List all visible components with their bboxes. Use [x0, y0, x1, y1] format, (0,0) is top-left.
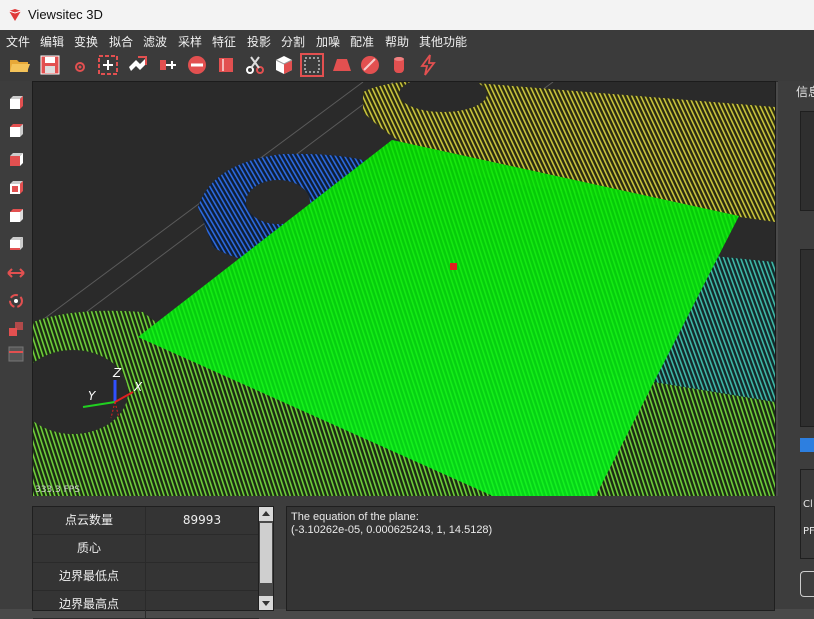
menu-file[interactable]: 文件 — [6, 33, 30, 50]
info-box-middle — [800, 249, 814, 427]
add-frame-icon[interactable] — [96, 53, 120, 77]
scroll-thumb[interactable] — [260, 523, 272, 583]
info-slider[interactable] — [800, 438, 814, 452]
menu-registration[interactable]: 配准 — [350, 33, 374, 50]
view-toolbar — [0, 81, 32, 609]
view-front-icon[interactable] — [6, 93, 26, 113]
info-button[interactable] — [800, 571, 814, 597]
menu-fit[interactable]: 拟合 — [109, 33, 133, 50]
view-left-icon[interactable] — [6, 150, 26, 170]
trapezoid-icon[interactable] — [330, 53, 354, 77]
output-console[interactable]: The equation of the plane: (-3.10262e-05… — [286, 506, 775, 611]
grid-view-icon[interactable] — [6, 344, 26, 364]
minus-circle-icon[interactable] — [185, 53, 209, 77]
console-line: (-3.10262e-05, 0.000625243, 1, 14.5128) — [291, 524, 493, 536]
scroll-up-button[interactable] — [259, 507, 273, 521]
menu-segment[interactable]: 分割 — [281, 33, 305, 50]
table-row: 质心 — [33, 535, 259, 563]
menu-other[interactable]: 其他功能 — [419, 33, 467, 50]
table-cell-key: 边界最高点 — [33, 591, 146, 618]
axis-label-x: X — [134, 380, 143, 394]
menu-noise[interactable]: 加噪 — [316, 33, 340, 50]
table-cell-value: 89993 — [182, 513, 222, 527]
table-row: 边界最高点 — [33, 591, 259, 619]
info-label-pf: PF — [803, 526, 814, 537]
cylinder-icon[interactable] — [387, 53, 411, 77]
window-title: Viewsitec 3D — [28, 7, 103, 22]
table-cell-value — [145, 591, 259, 618]
transform-icon[interactable] — [126, 53, 150, 77]
clip-icon[interactable] — [156, 53, 180, 77]
view-right-icon[interactable] — [6, 178, 26, 198]
save-icon[interactable] — [38, 53, 62, 77]
point-cloud-scene — [33, 82, 775, 497]
app-logo-icon — [8, 9, 22, 21]
menu-edit[interactable]: 编辑 — [40, 33, 64, 50]
fps-counter: 333.3 FPS — [35, 485, 80, 495]
3d-viewport[interactable]: Z Y X 333.3 FPS — [32, 81, 776, 498]
table-cell-key: 点云数量 — [33, 507, 146, 534]
menu-filter[interactable]: 滤波 — [143, 33, 167, 50]
table-cell-value — [145, 563, 259, 590]
cube-icon[interactable] — [272, 53, 296, 77]
console-line: The equation of the plane: — [291, 511, 419, 523]
square-icon[interactable] — [214, 53, 238, 77]
axis-label-y: Y — [88, 389, 96, 403]
table-cell-key: 边界最低点 — [33, 563, 146, 590]
info-panel: 信息 Cl PF — [778, 81, 814, 609]
info-label-cl: Cl — [803, 499, 813, 510]
menu-bar: 文件 编辑 变换 拟合 滤波 采样 特征 投影 分割 加噪 配准 帮助 其他功能 — [0, 30, 814, 50]
menu-feature[interactable]: 特征 — [212, 33, 236, 50]
fit-axis-icon[interactable] — [6, 263, 26, 283]
centroid-marker — [450, 263, 457, 270]
info-box-top — [800, 111, 814, 211]
iso-view-icon[interactable] — [6, 319, 26, 339]
point-icon[interactable] — [68, 53, 92, 77]
table-scrollbar[interactable] — [258, 506, 274, 611]
info-panel-title: 信息 — [796, 85, 814, 99]
open-folder-icon[interactable] — [8, 53, 32, 77]
rotate-icon[interactable] — [6, 291, 26, 311]
table-row: 点云数量 89993 — [33, 507, 259, 535]
title-bar: Viewsitec 3D — [0, 0, 814, 30]
view-back-icon[interactable] — [6, 121, 26, 141]
view-top-icon[interactable] — [6, 206, 26, 226]
sphere-icon[interactable] — [358, 53, 382, 77]
properties-table: 点云数量 89993 质心 边界最低点 边界最高点 — [32, 506, 260, 619]
scroll-down-button[interactable] — [259, 596, 273, 610]
menu-transform[interactable]: 变换 — [74, 33, 98, 50]
select-box-icon[interactable] — [300, 53, 324, 77]
main-toolbar — [0, 50, 814, 82]
menu-projection[interactable]: 投影 — [247, 33, 271, 50]
lightning-icon[interactable] — [416, 53, 440, 77]
bottom-panel: 点云数量 89993 质心 边界最低点 边界最高点 The equation o… — [32, 496, 778, 619]
view-bottom-icon[interactable] — [6, 234, 26, 254]
info-box-bottom — [800, 469, 814, 559]
scissors-icon[interactable] — [243, 53, 267, 77]
axis-label-z: Z — [113, 366, 122, 380]
menu-help[interactable]: 帮助 — [385, 33, 409, 50]
menu-sample[interactable]: 采样 — [178, 33, 202, 50]
table-cell-key: 质心 — [33, 535, 146, 562]
table-row: 边界最低点 — [33, 563, 259, 591]
table-cell-value — [145, 535, 259, 562]
